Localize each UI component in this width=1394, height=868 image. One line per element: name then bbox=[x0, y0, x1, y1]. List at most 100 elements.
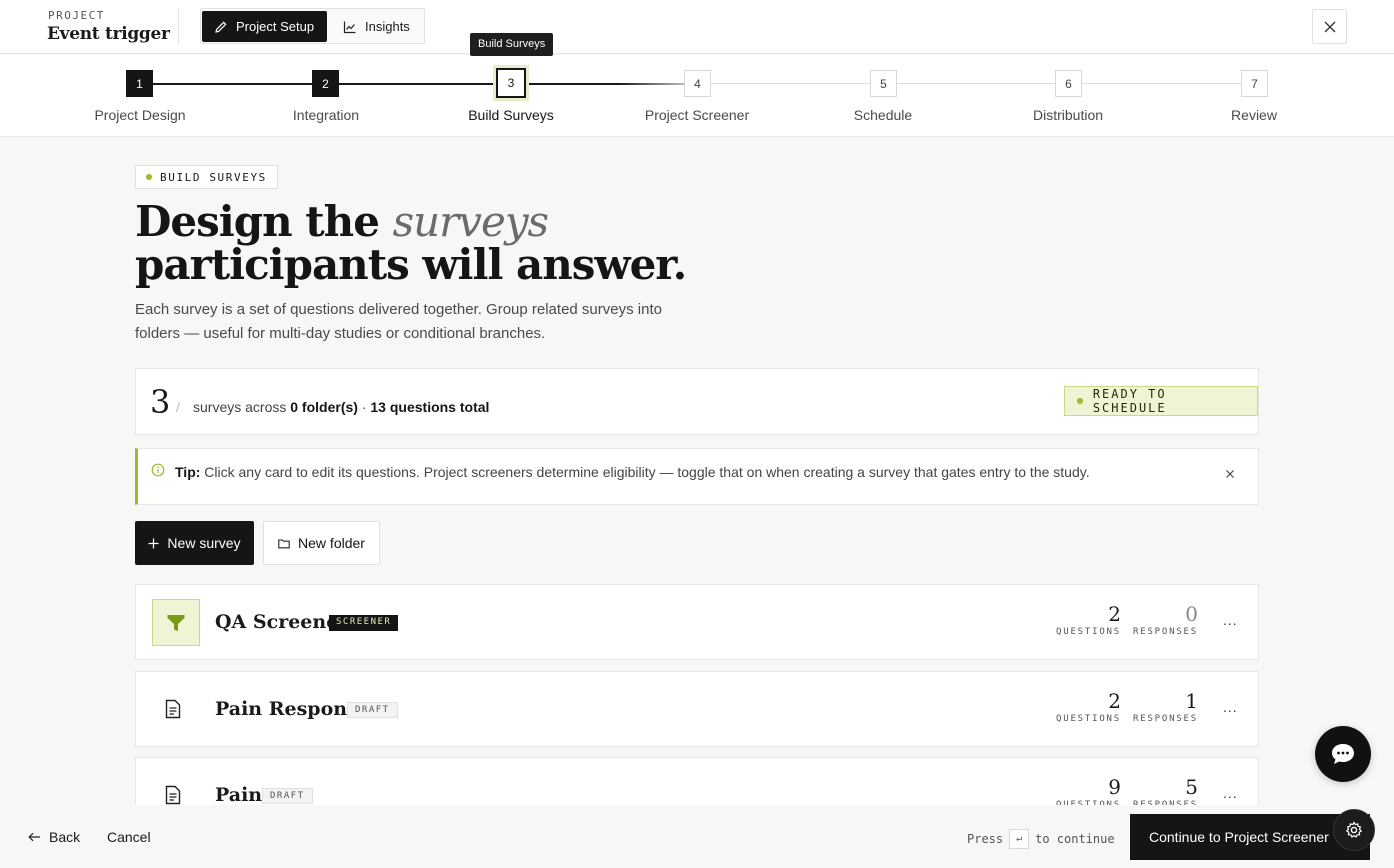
stat-value: 0 bbox=[1185, 602, 1198, 626]
step-label[interactable]: Schedule bbox=[803, 107, 963, 123]
headline-pre: Design the bbox=[135, 197, 380, 246]
enter-key-icon: ↵ bbox=[1009, 829, 1030, 849]
step-connector bbox=[152, 83, 327, 85]
press-text: Press bbox=[967, 832, 1004, 846]
chat-bubble-icon bbox=[1332, 744, 1354, 764]
stat-value: 5 bbox=[1185, 775, 1198, 799]
status-badge: READY TO SCHEDULE bbox=[1064, 386, 1258, 416]
step-6[interactable]: 6 bbox=[1055, 70, 1082, 97]
settings-button[interactable] bbox=[1333, 809, 1375, 851]
back-label: Back bbox=[49, 829, 81, 845]
step-connector bbox=[896, 83, 1069, 84]
survey-card[interactable]: Pain Response DRAFT 2 QUESTIONS 1 RESPON… bbox=[135, 671, 1259, 747]
headline-emphasis: surveys bbox=[392, 197, 550, 246]
step-label[interactable]: Project Design bbox=[60, 107, 220, 123]
stat-value: 9 bbox=[1108, 775, 1121, 799]
page-title: Design the surveys participants will ans… bbox=[135, 200, 775, 286]
status-dot bbox=[1077, 398, 1083, 404]
tip-text: Tip: Click any card to edit its question… bbox=[175, 464, 1090, 480]
stepper: 1 2 3 4 5 6 7 Project Design Integration… bbox=[0, 55, 1394, 137]
stat-value: 2 bbox=[1108, 689, 1121, 713]
step-connector bbox=[524, 83, 697, 85]
bottom-bar: Back Cancel Press ↵ to continue Continue… bbox=[0, 805, 1394, 868]
folder-icon bbox=[278, 538, 290, 548]
step-2[interactable]: 2 bbox=[312, 70, 339, 97]
document-icon bbox=[165, 785, 181, 805]
summary-sep: · bbox=[361, 399, 367, 415]
info-icon bbox=[151, 463, 165, 477]
close-icon bbox=[1324, 21, 1335, 32]
slash: / bbox=[176, 399, 180, 415]
chat-button[interactable] bbox=[1315, 726, 1371, 782]
document-icon bbox=[165, 699, 181, 719]
button-label: New survey bbox=[167, 535, 241, 551]
question-total: 13 questions total bbox=[370, 399, 490, 415]
arrow-left-icon bbox=[28, 832, 40, 842]
chart-line-icon bbox=[343, 21, 356, 33]
continue-hint: to continue bbox=[1035, 832, 1115, 846]
survey-tag: DRAFT bbox=[347, 702, 398, 718]
step-label[interactable]: Review bbox=[1174, 107, 1334, 123]
questions-stat: 2 QUESTIONS bbox=[1051, 690, 1121, 724]
top-bar: PROJECT Event trigger Project Setup Insi… bbox=[0, 0, 1394, 54]
step-7[interactable]: 7 bbox=[1241, 70, 1268, 97]
tab-insights[interactable]: Insights bbox=[331, 11, 423, 42]
questions-stat: 2 QUESTIONS bbox=[1051, 603, 1121, 637]
summary-pre: surveys across bbox=[193, 399, 287, 415]
step-5[interactable]: 5 bbox=[870, 70, 897, 97]
project-kicker: PROJECT bbox=[48, 9, 105, 22]
divider bbox=[178, 8, 179, 44]
stat-label: RESPONSES bbox=[1133, 627, 1198, 637]
new-survey-button[interactable]: New survey bbox=[135, 521, 254, 565]
survey-tag: SCREENER bbox=[329, 615, 399, 631]
gear-icon bbox=[1345, 821, 1363, 838]
survey-count: 3 bbox=[150, 383, 171, 421]
tab-project-setup[interactable]: Project Setup bbox=[202, 11, 327, 42]
headline-post: participants will answer. bbox=[135, 240, 687, 289]
tip-label: Tip: bbox=[175, 464, 201, 480]
section-badge: BUILD SURVEYS bbox=[135, 165, 278, 189]
more-options-button[interactable]: ... bbox=[1223, 612, 1238, 628]
keyboard-hint: Press ↵ to continue bbox=[967, 829, 1115, 849]
step-label[interactable]: Distribution bbox=[988, 107, 1148, 123]
close-icon[interactable] bbox=[1225, 469, 1235, 479]
close-button[interactable] bbox=[1312, 9, 1347, 44]
pencil-icon bbox=[215, 21, 227, 33]
button-label: New folder bbox=[298, 535, 365, 551]
tip-body: Click any card to edit its questions. Pr… bbox=[204, 464, 1090, 480]
survey-card[interactable]: QA Screener SCREENER 2 QUESTIONS 0 RESPO… bbox=[135, 584, 1259, 660]
more-options-button[interactable]: ... bbox=[1223, 699, 1238, 715]
responses-stat: 0 RESPONSES bbox=[1128, 603, 1198, 637]
survey-tag: DRAFT bbox=[262, 788, 313, 804]
tip-banner: Tip: Click any card to edit its question… bbox=[135, 448, 1259, 505]
plus-icon bbox=[148, 538, 159, 548]
summary-card: 3 / surveys across 0 folder(s) · 13 ques… bbox=[135, 368, 1259, 435]
step-connector bbox=[1082, 83, 1255, 84]
tab-label: Project Setup bbox=[236, 19, 315, 34]
step-label[interactable]: Project Screener bbox=[617, 107, 777, 123]
tab-label: Insights bbox=[365, 19, 410, 34]
step-tooltip: Build Surveys bbox=[470, 33, 554, 56]
step-4[interactable]: 4 bbox=[684, 70, 711, 97]
step-connector bbox=[338, 83, 511, 85]
step-3[interactable]: 3 bbox=[496, 68, 526, 98]
step-connector bbox=[710, 83, 883, 84]
step-1[interactable]: 1 bbox=[126, 70, 153, 97]
step-label[interactable]: Integration bbox=[246, 107, 406, 123]
more-options-button[interactable]: ... bbox=[1223, 785, 1238, 801]
filter-icon bbox=[152, 599, 200, 646]
tab-group: Project Setup Insights bbox=[200, 8, 425, 44]
back-button[interactable]: Back bbox=[28, 829, 80, 845]
stat-label: QUESTIONS bbox=[1056, 627, 1121, 637]
page-description: Each survey is a set of questions delive… bbox=[135, 301, 662, 342]
step-label[interactable]: Build Surveys bbox=[431, 107, 591, 123]
survey-title: Pain bbox=[215, 784, 263, 806]
responses-stat: 1 RESPONSES bbox=[1128, 690, 1198, 724]
status-dot bbox=[146, 174, 152, 180]
folder-count: 0 folder(s) bbox=[290, 399, 358, 415]
stat-value: 2 bbox=[1108, 602, 1121, 626]
cancel-button[interactable]: Cancel bbox=[107, 829, 151, 845]
stat-value: 1 bbox=[1185, 689, 1198, 713]
project-name: Event trigger bbox=[47, 24, 170, 44]
new-folder-button[interactable]: New folder bbox=[263, 521, 380, 565]
